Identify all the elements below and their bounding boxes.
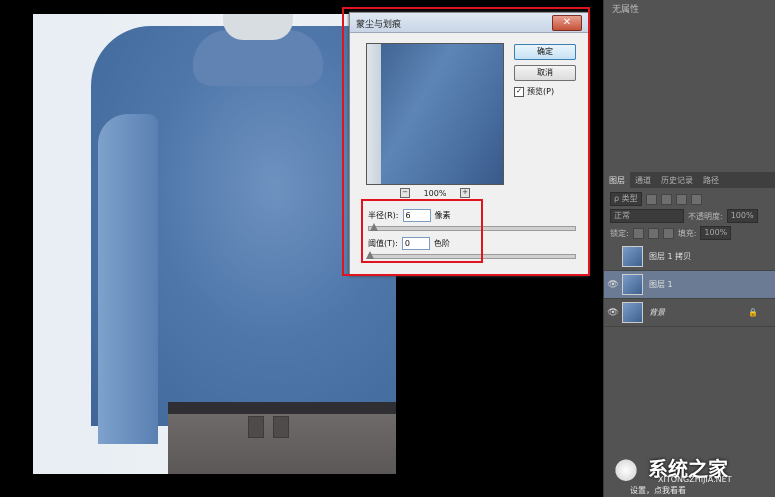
lock-icon: 🔒 <box>748 308 758 317</box>
sleeve-shape <box>98 114 158 444</box>
filter-type-icon[interactable] <box>675 193 687 205</box>
layer-thumbnail <box>622 302 643 323</box>
properties-title: 无属性 <box>612 5 640 15</box>
opacity-label: 不透明度: <box>688 211 723 221</box>
lock-pixels-icon[interactable] <box>632 227 644 239</box>
pants-button-shape <box>248 416 264 438</box>
tab-paths[interactable]: 路径 <box>698 172 724 188</box>
opacity-input[interactable]: 100% <box>726 209 758 223</box>
layer-row-background[interactable]: 👁 背景 🔒 <box>604 299 775 327</box>
watermark-logo-icon <box>608 451 644 483</box>
layer-name: 图层 1 拷贝 <box>649 252 692 261</box>
layers-tabs: 图层 通道 历史记录 路径 <box>604 172 775 188</box>
layer-thumbnail <box>622 246 643 267</box>
filter-pixel-icon[interactable] <box>645 193 657 205</box>
layer-filter-select[interactable]: ρ 类型 <box>610 192 642 206</box>
fill-input[interactable]: 100% <box>700 226 732 240</box>
lock-move-icon[interactable] <box>647 227 659 239</box>
lock-row: 锁定: 填充: 100% <box>610 225 770 241</box>
watermark-url: XITONGZHIJIA.NET <box>658 475 732 484</box>
neck-shape <box>223 14 293 40</box>
layer-row-copy[interactable]: 图层 1 拷贝 <box>604 243 775 271</box>
layer-filter-row: ρ 类型 <box>610 191 770 207</box>
lock-label: 锁定: <box>610 228 629 238</box>
blend-mode-select[interactable]: 正常 <box>610 209 684 223</box>
lock-all-icon[interactable] <box>662 227 674 239</box>
tab-layers[interactable]: 图层 <box>604 172 630 188</box>
properties-panel: 无属性 <box>604 0 775 168</box>
filter-adjust-icon[interactable] <box>660 193 672 205</box>
pants-button-shape <box>273 416 289 438</box>
tab-history[interactable]: 历史记录 <box>656 172 698 188</box>
layer-thumbnail <box>622 274 643 295</box>
right-panel: 无属性 图层 通道 历史记录 路径 ρ 类型 正常 不透明度: 100% 锁定:… <box>603 0 775 497</box>
filter-shape-icon[interactable] <box>690 193 702 205</box>
layer-name: 图层 1 <box>649 280 673 289</box>
eye-icon[interactable]: 👁 <box>604 308 622 318</box>
layer-name: 背景 <box>649 308 665 317</box>
highlight-box-params <box>361 199 483 263</box>
layer-row-layer1[interactable]: 👁 图层 1 <box>604 271 775 299</box>
eye-icon[interactable]: 👁 <box>604 280 622 290</box>
fill-label: 填充: <box>677 228 697 238</box>
watermark-sub: 设置，点我看看 <box>630 486 686 495</box>
tab-channels[interactable]: 通道 <box>630 172 656 188</box>
blend-row: 正常 不透明度: 100% <box>610 208 770 224</box>
